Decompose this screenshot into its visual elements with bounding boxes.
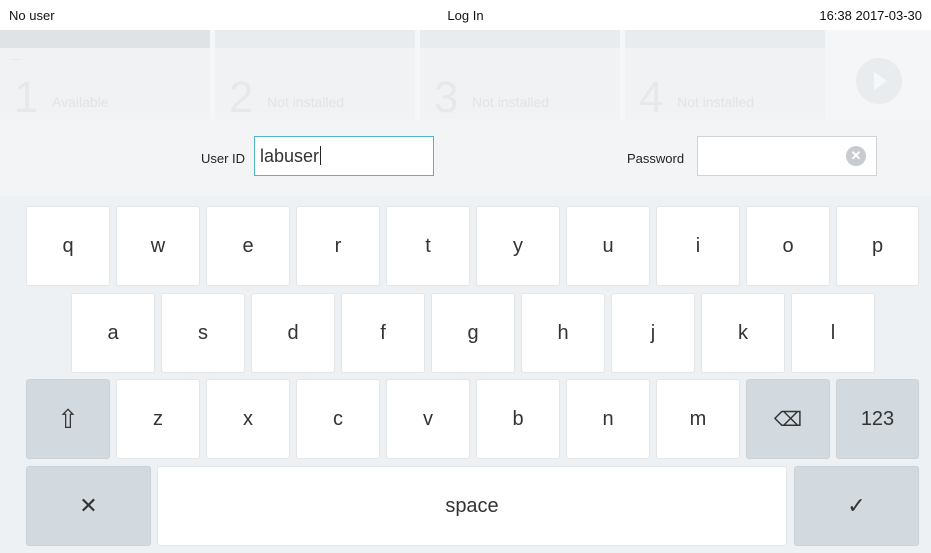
clear-icon: ✕ — [850, 148, 862, 163]
key-a[interactable]: a — [71, 293, 155, 373]
module-number: 2 — [229, 73, 254, 122]
module-number: 1 — [14, 73, 39, 122]
key-j[interactable]: j — [611, 293, 695, 373]
backspace-icon: ⌫ — [773, 408, 803, 431]
text-caret — [320, 146, 322, 165]
module-status: Not installed — [472, 94, 550, 110]
key-p[interactable]: p — [836, 206, 919, 286]
login-form: User ID labuser Password ✕ — [0, 119, 931, 196]
play-button[interactable] — [856, 58, 902, 104]
key-i[interactable]: i — [656, 206, 740, 286]
key-t[interactable]: t — [386, 206, 470, 286]
status-bar: No user Log In 16:38 2017-03-30 — [0, 0, 931, 30]
password-input[interactable]: ✕ — [697, 136, 877, 176]
key-w[interactable]: w — [116, 206, 200, 286]
key-f[interactable]: f — [341, 293, 425, 373]
key-q[interactable]: q — [26, 206, 110, 286]
module-strip: ---- 1 Available 2 Not installed 3 Not i… — [0, 30, 931, 122]
key-b[interactable]: b — [476, 379, 560, 459]
module-1[interactable]: ---- 1 Available — [0, 30, 210, 122]
key-h[interactable]: h — [521, 293, 605, 373]
backspace-key[interactable]: ⌫ — [746, 379, 830, 459]
key-m[interactable]: m — [656, 379, 740, 459]
key-c[interactable]: c — [296, 379, 380, 459]
module-1-indicator: ---- — [10, 54, 22, 64]
key-e[interactable]: e — [206, 206, 290, 286]
shift-key[interactable]: ⇧ — [26, 379, 110, 459]
confirm-key[interactable]: ✓ — [794, 466, 919, 546]
module-status: Not installed — [267, 94, 345, 110]
module-3[interactable]: 3 Not installed — [420, 30, 620, 122]
date-time: 16:38 2017-03-30 — [819, 8, 922, 23]
user-id-input[interactable]: labuser — [254, 136, 434, 176]
clear-password-button[interactable]: ✕ — [846, 146, 866, 166]
module-status: Available — [52, 94, 109, 110]
cancel-key[interactable]: ✕ — [26, 466, 151, 546]
key-y[interactable]: y — [476, 206, 560, 286]
space-key[interactable]: space — [157, 466, 787, 546]
cancel-icon: ✕ — [79, 493, 98, 518]
key-r[interactable]: r — [296, 206, 380, 286]
key-v[interactable]: v — [386, 379, 470, 459]
key-l[interactable]: l — [791, 293, 875, 373]
module-status: Not installed — [677, 94, 755, 110]
key-u[interactable]: u — [566, 206, 650, 286]
key-n[interactable]: n — [566, 379, 650, 459]
confirm-icon: ✓ — [847, 493, 866, 518]
user-id-label: User ID — [201, 151, 246, 166]
play-icon — [874, 72, 887, 90]
module-2[interactable]: 2 Not installed — [215, 30, 415, 122]
key-s[interactable]: s — [161, 293, 245, 373]
shift-icon: ⇧ — [57, 403, 79, 434]
key-x[interactable]: x — [206, 379, 290, 459]
key-z[interactable]: z — [116, 379, 200, 459]
user-id-value: labuser — [260, 146, 320, 166]
module-4[interactable]: 4 Not installed — [625, 30, 825, 122]
module-number: 4 — [639, 73, 664, 122]
on-screen-keyboard: q w e r t y u i o p a s d f g h j k l ⇧ … — [0, 196, 931, 553]
numbers-key[interactable]: 123 — [836, 379, 919, 459]
key-d[interactable]: d — [251, 293, 335, 373]
screen-title: Log In — [447, 8, 484, 23]
module-number: 3 — [434, 73, 459, 122]
key-o[interactable]: o — [746, 206, 830, 286]
key-g[interactable]: g — [431, 293, 515, 373]
key-k[interactable]: k — [701, 293, 785, 373]
password-label: Password — [627, 151, 685, 166]
